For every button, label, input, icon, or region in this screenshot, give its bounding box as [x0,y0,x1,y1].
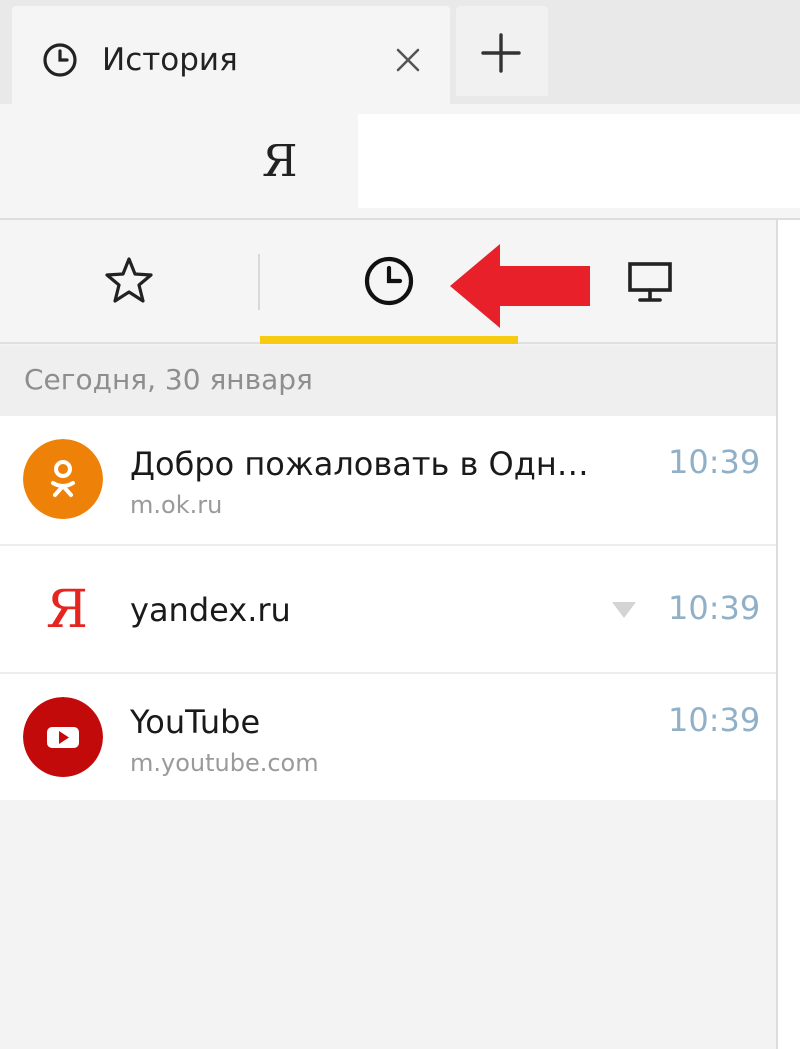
history-item-url: m.ok.ru [130,491,223,519]
star-icon [105,257,153,303]
history-item-title: yandex.ru [130,591,291,629]
tab-title: История [102,42,238,78]
active-tab-indicator [260,336,518,344]
tab-strip: История [0,0,800,104]
history-item-title: YouTube [130,703,261,741]
omnibox-row: Я [0,104,800,220]
address-field[interactable] [358,114,800,208]
date-header-text: Сегодня, 30 января [24,363,313,396]
panel-tabs [0,220,776,344]
history-item-time: 10:39 [668,589,761,627]
plus-icon [481,33,521,73]
close-icon[interactable] [390,42,426,78]
desktop-icon [628,262,672,302]
yandex-icon: Я [46,580,88,640]
history-item-yandex[interactable]: Я yandex.ru 10:39 [0,544,776,672]
youtube-icon [23,697,103,777]
history-item-time: 10:39 [668,701,761,739]
history-list: Добро пожаловать в Одн… m.ok.ru 10:39 Я … [0,416,776,800]
history-item-ok[interactable]: Добро пожаловать в Одн… m.ok.ru 10:39 [0,416,776,544]
tab-history[interactable]: История [12,6,450,104]
expand-triangle-icon[interactable] [610,600,638,620]
tab-bookmarks[interactable] [0,220,258,344]
history-item-time: 10:39 [668,443,761,481]
history-panel: Сегодня, 30 января Добро пожаловать в Од… [0,220,776,1049]
new-tab-button[interactable] [456,6,548,96]
history-item-url: m.youtube.com [130,749,319,777]
yandex-logo[interactable]: Я [262,132,298,192]
history-item-title: Добро пожаловать в Одн… [130,445,589,483]
clock-icon [43,43,77,77]
date-header: Сегодня, 30 января [0,346,776,416]
odnoklassniki-icon [23,439,103,519]
scroll-edge [776,220,800,1049]
tab-devices[interactable] [520,220,776,344]
history-item-youtube[interactable]: YouTube m.youtube.com 10:39 [0,672,776,800]
clock-icon [364,256,414,306]
